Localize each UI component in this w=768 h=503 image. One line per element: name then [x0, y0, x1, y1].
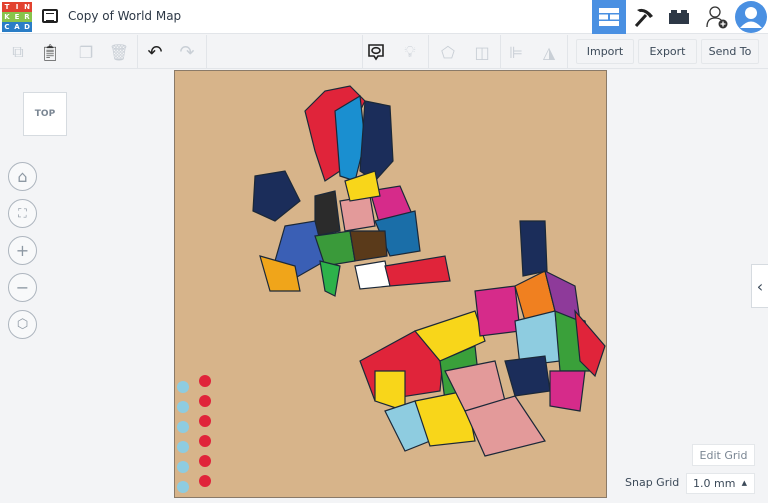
align-icon[interactable]: ⊫ [504, 40, 528, 64]
collapse-panel-tab[interactable]: ‹ [751, 264, 768, 308]
minecraft-button[interactable] [627, 0, 661, 34]
toolbar: ⧉ 📋︎ ❐ 🗑︎ ↶ ↷ 💡︎ ⬠ ◫ ⊫ ◮ Import Export S… [0, 35, 768, 69]
design-list-icon[interactable] [42, 9, 58, 23]
mirror-icon[interactable]: ◮ [537, 40, 561, 64]
workplane[interactable] [174, 70, 607, 498]
logo-letter: D [22, 22, 32, 32]
bricks-icon [669, 10, 689, 24]
delete-icon[interactable]: 🗑︎ [107, 40, 131, 64]
logo-letter: E [12, 12, 22, 22]
edit-grid-button[interactable]: Edit Grid [692, 444, 755, 466]
caret-up-icon: ▲ [741, 479, 747, 487]
invite-user-button[interactable] [700, 0, 734, 34]
logo-letter: C [2, 22, 12, 32]
cube-icon: ⬡ [16, 317, 29, 332]
export-button[interactable]: Export [638, 39, 697, 64]
snap-grid-select[interactable]: 1.0 mm ▲ [686, 473, 755, 494]
logo-letter: I [12, 2, 22, 12]
snap-grid-value: 1.0 mm [693, 477, 736, 490]
add-user-icon [706, 6, 728, 29]
lightbulb-icon[interactable]: 💡︎ [398, 40, 422, 64]
logo-letter: N [22, 2, 32, 12]
paste-icon[interactable]: 📋︎ [38, 40, 62, 64]
zoom-in-button[interactable]: + [8, 236, 37, 265]
snap-grid-label: Snap Grid [625, 476, 680, 489]
pins [177, 375, 211, 493]
chevron-left-icon: ‹ [756, 276, 764, 296]
minus-icon: − [15, 278, 30, 297]
fit-icon: ⛶ [18, 206, 27, 220]
grid-view-icon [599, 8, 619, 26]
send-to-button[interactable]: Send To [701, 39, 759, 64]
logo-letter: K [2, 12, 12, 22]
duplicate-icon[interactable]: ❐ [74, 40, 98, 64]
grid-view-button[interactable] [592, 0, 626, 34]
world-map-model[interactable] [175, 71, 608, 499]
undo-icon[interactable]: ↶ [143, 40, 167, 64]
home-view-button[interactable]: ⌂ [8, 162, 37, 191]
zoom-out-button[interactable]: − [8, 273, 37, 302]
logo-letter: A [12, 22, 22, 32]
perspective-button[interactable]: ⬡ [8, 310, 37, 339]
design-title[interactable]: Copy of World Map [68, 9, 181, 23]
logo-letter: R [22, 12, 32, 22]
show-all-icon[interactable] [364, 40, 388, 64]
logo-letter: T [2, 2, 12, 12]
tinkercad-logo[interactable]: TINKERCAD [2, 2, 32, 32]
redo-icon[interactable]: ↷ [175, 40, 199, 64]
plus-icon: + [15, 241, 30, 260]
lego-button[interactable] [662, 0, 696, 34]
group-icon[interactable]: ⬠ [436, 40, 460, 64]
copy-icon[interactable]: ⧉ [6, 40, 30, 64]
top-bar: TINKERCAD Copy of World Map [0, 0, 768, 34]
avatar[interactable] [734, 0, 768, 34]
ungroup-icon[interactable]: ◫ [470, 40, 494, 64]
import-button[interactable]: Import [576, 39, 634, 64]
home-icon: ⌂ [17, 167, 28, 186]
pickaxe-icon [634, 8, 653, 28]
view-cube[interactable]: TOP [23, 92, 67, 136]
fit-view-button[interactable]: ⛶ [8, 199, 37, 228]
